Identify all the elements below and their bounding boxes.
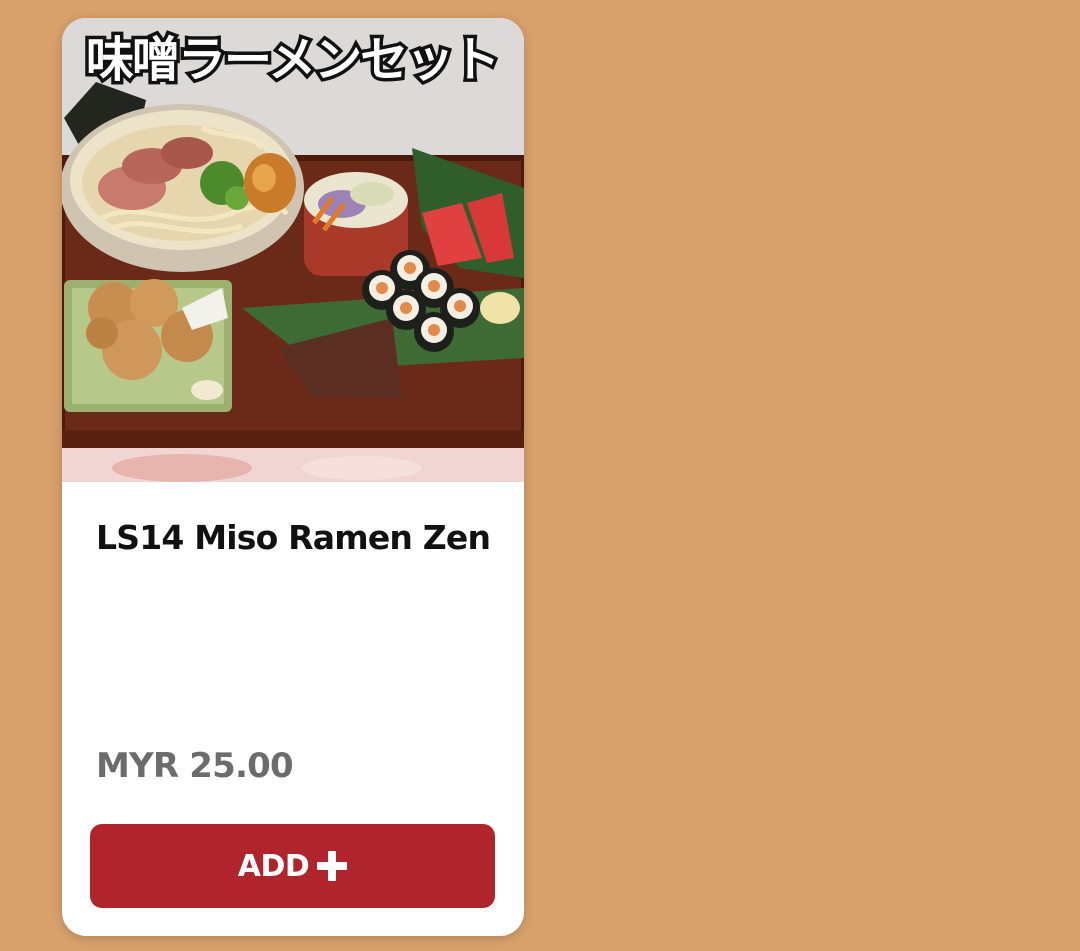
image-caption: 味噌ラーメンセット (82, 29, 503, 92)
product-name: LS14 Miso Ramen Zen (96, 518, 491, 557)
add-button-label: ADD (237, 848, 310, 884)
product-image[interactable]: 味噌ラーメンセット (62, 18, 524, 482)
add-to-cart-button[interactable]: ADD (90, 824, 495, 908)
product-price: MYR 25.00 (96, 746, 294, 786)
plus-icon (317, 851, 348, 881)
product-card[interactable]: 味噌ラーメンセット LS14 Miso Ramen Zen MYR 25.00 … (62, 18, 524, 936)
